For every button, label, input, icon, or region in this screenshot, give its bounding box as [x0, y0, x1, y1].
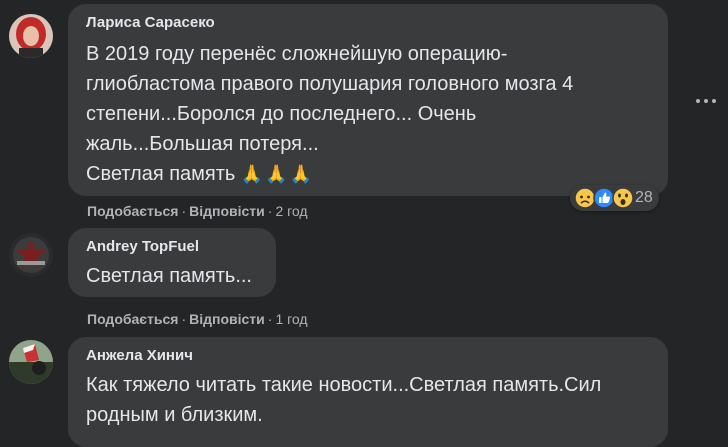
comment-author[interactable]: Лариса Сарасеко: [86, 13, 652, 33]
avatar[interactable]: [9, 233, 53, 277]
wow-reaction-icon: [612, 187, 634, 209]
reaction-count: 28: [635, 189, 653, 206]
separator: ·: [267, 203, 273, 219]
reactions-summary[interactable]: 28: [570, 185, 659, 211]
comment-text-line: глиобластома правого полушария головного…: [86, 73, 574, 95]
comment-text: Светлая память...: [86, 261, 260, 291]
comment-text: Как тяжело читать такие новости...Светла…: [86, 370, 652, 430]
separator: ·: [267, 311, 273, 327]
comment-author[interactable]: Andrey TopFuel: [86, 237, 260, 257]
comment-actions: Подобається · Відповісти · 1 год: [87, 310, 308, 328]
comment-text-line: Светлая память...: [86, 265, 252, 287]
comment-author[interactable]: Анжела Хинич: [86, 346, 652, 366]
comment-text: В 2019 году перенёс сложнейшую операцию-…: [86, 39, 652, 189]
separator: ·: [181, 311, 187, 327]
avatar[interactable]: [9, 340, 53, 384]
reply-button[interactable]: Відповісти: [189, 203, 265, 219]
comment-text-line: степени...Боролся до последнего... Очень: [86, 103, 477, 125]
comment-text-line: жаль...Большая потеря...: [86, 133, 319, 155]
like-button[interactable]: Подобається: [87, 311, 178, 327]
comment-text-line: В 2019 году перенёс сложнейшую операцию-: [86, 43, 508, 65]
like-button[interactable]: Подобається: [87, 203, 178, 219]
comment-text-line: Светлая память: [86, 163, 236, 185]
timestamp[interactable]: 1 год: [275, 311, 307, 327]
comment-bubble: Анжела Хинич Как тяжело читать такие нов…: [68, 337, 668, 447]
comment-text-line: Как тяжело читать такие новости...Светла…: [86, 374, 602, 396]
more-options-icon[interactable]: [696, 98, 716, 104]
timestamp[interactable]: 2 год: [275, 203, 307, 219]
pray-emoji: 🙏🙏🙏: [240, 164, 315, 184]
comment-bubble: Лариса Сарасеко В 2019 году перенёс слож…: [68, 4, 668, 196]
comment-actions: Подобається · Відповісти · 2 год: [87, 202, 308, 220]
comment-text-line: родным и близким.: [86, 404, 263, 426]
comment-bubble: Andrey TopFuel Светлая память...: [68, 228, 276, 297]
reply-button[interactable]: Відповісти: [189, 311, 265, 327]
avatar[interactable]: [9, 14, 53, 58]
separator: ·: [181, 203, 187, 219]
